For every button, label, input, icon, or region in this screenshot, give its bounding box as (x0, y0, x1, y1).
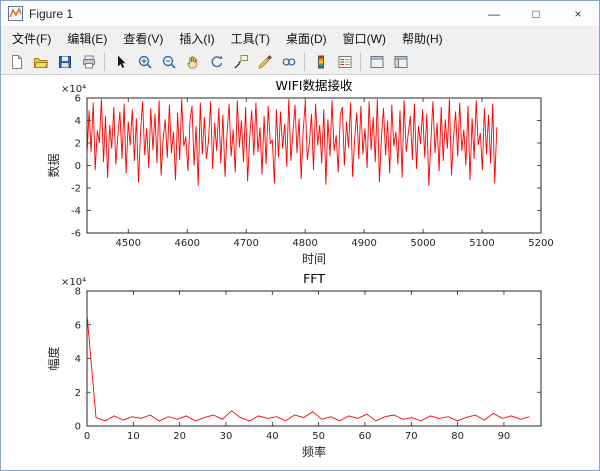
y-tick-label: 4 (75, 116, 81, 127)
y-tick-label: 6 (75, 320, 81, 331)
x-tick-label: 50 (312, 431, 325, 442)
brush-icon (257, 54, 273, 70)
x-tick-label: 4800 (292, 238, 317, 249)
y-tick-label: 6 (75, 94, 81, 105)
toolbar-separator (304, 53, 305, 71)
y-tick-label: 8 (75, 287, 81, 298)
x-axis-label: 频率 (302, 444, 326, 459)
link-plot-button[interactable] (277, 51, 300, 73)
menu-insert[interactable]: 插入(I) (171, 28, 222, 49)
insert-colorbar-icon (313, 54, 329, 70)
save-icon (57, 54, 73, 70)
hide-plot-tools-icon (369, 54, 385, 70)
y-tick-label: 0 (75, 422, 81, 433)
print-button[interactable] (77, 51, 100, 73)
insert-legend-button[interactable] (333, 51, 356, 73)
chart-title: FFT (303, 271, 325, 286)
menu-window[interactable]: 窗口(W) (335, 28, 394, 49)
zoom-in-icon (137, 54, 153, 70)
open-folder-button[interactable] (29, 51, 52, 73)
x-tick-label: 90 (498, 431, 511, 442)
chart-fft: 0 10 20 30 40 50 60 70 80 90 0 2 4 6 8 FFT ×10⁴ 幅度频率 (46, 271, 541, 459)
chart-wifi-signal: 4500 4600 4700 4800 4900 5000 5100 5200 -6 -4 -2 0 2… (46, 78, 554, 266)
x-tick-label: 10 (127, 431, 140, 442)
figure-canvas-area: 45004600470048004900500051005200-6-4-202… (1, 75, 599, 470)
data-cursor-icon (233, 54, 249, 70)
menu-edit[interactable]: 编辑(E) (59, 28, 115, 49)
x-tick-label: 5200 (528, 238, 553, 249)
y-exponent-label: ×10⁴ (61, 277, 86, 288)
hide-plot-tools-button[interactable] (365, 51, 388, 73)
x-tick-label: 5000 (410, 238, 435, 249)
menu-file[interactable]: 文件(F) (4, 28, 59, 49)
show-plot-tools-icon (393, 54, 409, 70)
x-tick-label: 4600 (175, 238, 200, 249)
y-tick-label: -2 (71, 184, 81, 195)
edit-plot-button[interactable] (109, 51, 132, 73)
y-tick-label: -4 (71, 206, 81, 217)
x-tick-label: 80 (451, 431, 464, 442)
chart-title: WIFI数据接收 (276, 78, 353, 93)
x-tick-label: 20 (173, 431, 186, 442)
menu-help[interactable]: 帮助(H) (394, 28, 451, 49)
window-title: Figure 1 (29, 7, 73, 21)
y-tick-label: 2 (75, 388, 81, 399)
minimize-button[interactable]: — (473, 1, 515, 26)
y-exponent-label: ×10⁴ (61, 84, 86, 95)
y-axis-label: 数据 (46, 153, 61, 177)
y-tick-label: 0 (75, 161, 81, 172)
new-file-button[interactable] (5, 51, 28, 73)
x-tick-label: 30 (220, 431, 233, 442)
open-folder-icon (33, 54, 49, 70)
y-tick-label: 4 (75, 354, 81, 365)
zoom-in-button[interactable] (133, 51, 156, 73)
figure-canvas[interactable]: 45004600470048004900500051005200-6-4-202… (1, 75, 600, 470)
data-cursor-button[interactable] (229, 51, 252, 73)
axes-box (87, 291, 541, 426)
toolbar-separator (360, 53, 361, 71)
save-button[interactable] (53, 51, 76, 73)
menu-desktop[interactable]: 桌面(D) (278, 28, 335, 49)
brush-button[interactable] (253, 51, 276, 73)
print-icon (81, 54, 97, 70)
insert-legend-icon (337, 54, 353, 70)
menu-tools[interactable]: 工具(T) (223, 28, 278, 49)
rotate-3d-button[interactable] (205, 51, 228, 73)
figure-window: Figure 1 — □ × 文件(F) 编辑(E) 查看(V) 插入(I) 工… (0, 0, 600, 471)
x-tick-label: 4500 (116, 238, 141, 249)
x-tick-label: 4700 (233, 238, 258, 249)
matlab-figure-icon (8, 6, 23, 21)
toolbar-separator (104, 53, 105, 71)
y-tick-label: 2 (75, 139, 81, 150)
window-controls: — □ × (473, 1, 599, 26)
x-tick-label: 60 (359, 431, 372, 442)
y-axis-label: 幅度 (46, 346, 61, 370)
edit-arrow-icon (113, 54, 129, 70)
insert-colorbar-button[interactable] (309, 51, 332, 73)
x-tick-label: 0 (84, 431, 90, 442)
pan-hand-icon (185, 54, 201, 70)
y-tick-label: -6 (71, 229, 81, 240)
x-tick-label: 4900 (351, 238, 376, 249)
new-file-icon (9, 54, 25, 70)
maximize-button[interactable]: □ (515, 1, 557, 26)
menu-view[interactable]: 查看(V) (115, 28, 171, 49)
x-tick-label: 70 (405, 431, 418, 442)
show-plot-tools-button[interactable] (389, 51, 412, 73)
pan-button[interactable] (181, 51, 204, 73)
close-button[interactable]: × (557, 1, 599, 26)
rotate-3d-icon (209, 54, 225, 70)
zoom-out-icon (161, 54, 177, 70)
x-tick-label: 40 (266, 431, 279, 442)
zoom-out-button[interactable] (157, 51, 180, 73)
x-axis-label: 时间 (302, 252, 326, 266)
link-plot-icon (281, 54, 297, 70)
title-bar: Figure 1 — □ × (1, 1, 599, 27)
figure-toolbar (1, 49, 599, 75)
menu-bar: 文件(F) 编辑(E) 查看(V) 插入(I) 工具(T) 桌面(D) 窗口(W… (1, 27, 599, 49)
x-tick-label: 5100 (469, 238, 494, 249)
